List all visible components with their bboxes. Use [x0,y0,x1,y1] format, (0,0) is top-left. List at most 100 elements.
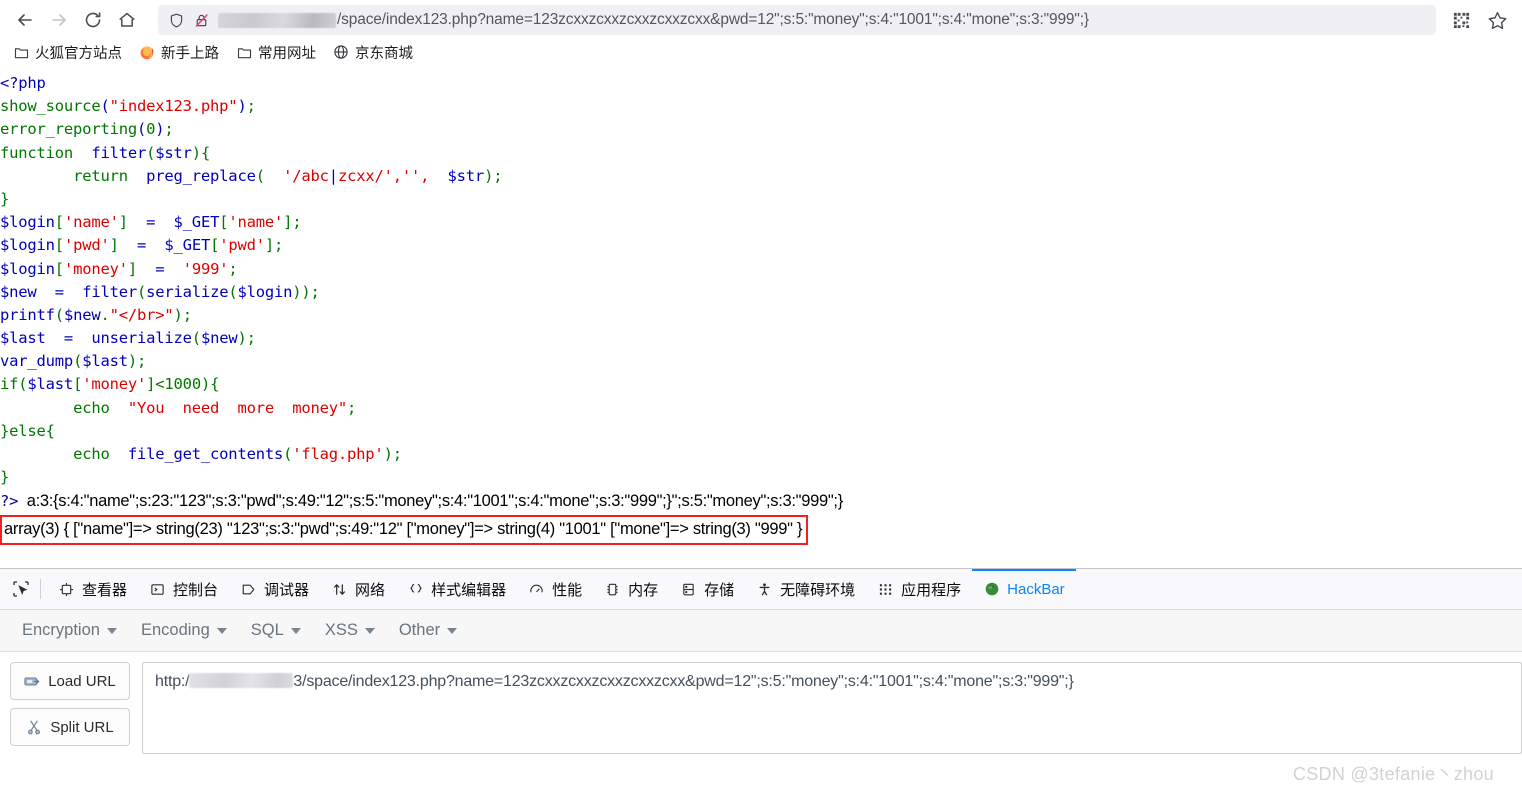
code-token: $login [0,236,55,255]
scissors-icon [26,719,42,735]
code-token: ] [127,259,138,278]
folder-icon [236,44,252,60]
devtools-tab-label: 网络 [355,581,386,599]
split-url-button[interactable]: Split URL [10,708,130,746]
code-token: ( [54,305,64,324]
back-button[interactable] [8,3,42,37]
code-token: "index123.php" [109,97,238,116]
devtools-tab-accessibility[interactable]: 无障碍环境 [745,569,866,609]
code-token: $_GET [164,236,211,255]
code-token: zcxx/','', [337,166,430,185]
code-line: $login['name'] = $_GET['name']; [0,211,1522,234]
code-token: [ [54,213,64,232]
code-token: ( [283,445,293,463]
element-picker-icon[interactable] [4,574,38,604]
hackbar-menu-encryption[interactable]: Encryption [12,617,127,644]
shield-icon[interactable] [168,12,185,29]
devtools-tab-style-editor[interactable]: 样式编辑器 [396,569,517,609]
accessibility-icon [756,581,773,598]
application-icon [877,581,894,598]
code-token: } [0,189,10,208]
bookmark-item[interactable]: 京东商城 [326,40,420,65]
style-editor-icon [407,581,424,598]
devtools-tab-storage[interactable]: 存储 [669,569,745,609]
code-token: ) [191,143,201,162]
address-bar[interactable]: /space/index123.php?name=123zcxxzcxxzcxx… [158,5,1436,35]
hackbar-menu-label: Encoding [140,621,210,639]
code-token: <?php [0,74,46,92]
code-token: [ [73,375,83,394]
qr-code-icon[interactable] [1444,3,1478,37]
split-url-label: Split URL [50,718,114,736]
code-token: ) [237,97,247,116]
code-token: preg_replace [146,166,256,185]
hackbar-menu-other[interactable]: Other [389,617,467,644]
code-token: 0 [146,120,156,139]
devtools-tab-console[interactable]: 控制台 [138,569,229,609]
hackbar-menu-label: SQL [250,621,284,639]
code-token: ; [292,213,302,232]
code-token: unserialize [91,329,192,348]
code-token: file_get_contents [127,445,284,463]
code-token: ) [484,166,494,185]
code-token: ) [383,445,393,463]
bookmark-star-icon[interactable] [1480,3,1514,37]
hackbar-body: Load URL Split URL http:/ 3/space/index1… [0,652,1522,754]
bookmark-item[interactable]: 新手上路 [132,40,226,65]
code-token: { [210,375,220,394]
load-url-icon [24,673,40,689]
chevron-down-icon [364,627,375,634]
firefox-icon [139,44,155,60]
bookmark-item[interactable]: 火狐官方站点 [6,40,129,65]
code-token: [ [219,213,229,232]
devtools-tab-label: 内存 [628,581,659,599]
insecure-lock-icon[interactable] [193,12,210,29]
devtools-tabbar: 查看器 控制台 调试器 网络 样式编辑器 性能 内存 存储 无障碍环境 应用程序 HackBar [0,569,1522,610]
csdn-watermark: CSDN @3tefanie丶zhou [1292,764,1494,784]
code-token: = [45,329,92,348]
code-token: echo [73,398,110,417]
devtools-tab-inspector[interactable]: 查看器 [47,569,138,609]
bookmark-label: 京东商城 [355,45,413,62]
devtools-tab-hackbar[interactable]: HackBar [972,569,1076,609]
reload-button[interactable] [76,3,110,37]
devtools-tab-network[interactable]: 网络 [320,569,396,609]
forward-button[interactable] [42,3,76,37]
load-url-button[interactable]: Load URL [10,662,130,700]
devtools-tab-memory[interactable]: 内存 [593,569,669,609]
address-bar-url: /space/index123.php?name=123zcxxzcxxzcxx… [337,11,1089,28]
devtools-tab-debugger[interactable]: 调试器 [229,569,320,609]
devtools-tab-label: 应用程序 [901,581,962,599]
console-icon [149,581,166,598]
code-token: ( [191,329,201,348]
code-token: filter [91,143,147,162]
code-token: filter [82,282,137,301]
hackbar-menu-xss[interactable]: XSS [315,617,385,644]
code-token: ; [246,329,256,348]
devtools-tab-application[interactable]: 应用程序 [866,569,972,609]
code-line: $login['pwd'] = $_GET['pwd']; [0,234,1522,257]
home-button[interactable] [110,3,144,37]
hackbar-menubar: Encryption Encoding SQL XSS Other [0,610,1522,652]
hackbar-url-input[interactable]: http:/ 3/space/index123.php?name=123zcxx… [142,662,1522,754]
hackbar-menu-sql[interactable]: SQL [241,617,311,644]
code-token: 'name' [228,213,284,232]
code-token: '999' [182,259,229,278]
devtools-tab-label: 控制台 [173,581,219,599]
code-token: ( [100,97,110,116]
code-line: } [0,466,1522,489]
code-token: serialize [146,282,229,301]
code-token: ( [146,143,156,162]
code-token: echo [73,445,110,463]
bookmark-item[interactable]: 常用网址 [229,40,323,65]
code-token: error_reporting [0,120,137,139]
hackbar-menu-encoding[interactable]: Encoding [131,617,237,644]
devtools-tab-performance[interactable]: 性能 [517,569,593,609]
code-token: function [0,143,74,162]
code-token: }else{ [0,421,55,440]
page-content: <?php show_source("index123.php"); error_r… [0,66,1522,568]
code-line: }else{ [0,420,1522,443]
code-token: [ [54,259,64,278]
code-token: = [137,259,183,278]
